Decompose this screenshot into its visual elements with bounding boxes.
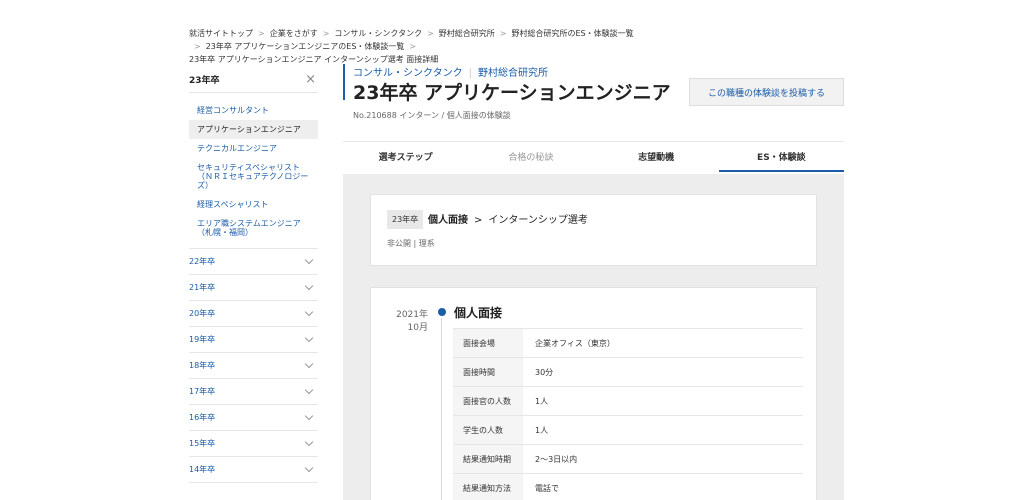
breadcrumb-current: 23年卒 アプリケーションエンジニア インターンシップ選考 面接詳細 <box>189 55 439 64</box>
chevron-down-icon <box>304 333 314 342</box>
sidebar-year-item[interactable]: 21年卒 <box>189 275 318 301</box>
tab-bar: 選考ステップ 合格の秘訣 志望動機 ES・体験談 <box>343 141 844 172</box>
sidebar-year-item[interactable]: 22年卒 <box>189 249 318 275</box>
sidebar-year-item[interactable]: 14年卒 <box>189 457 318 483</box>
breadcrumb-separator: > <box>194 42 201 51</box>
chevron-down-icon <box>304 359 314 368</box>
timeline-dot-icon <box>438 308 446 316</box>
interview-info-table: 面接会場 企業オフィス（東京） 面接時間 30分 面接官の人数 1人 学生の人数 1人 … <box>453 328 803 500</box>
interview-type: 個人面接 <box>428 215 468 226</box>
table-key: 面接官の人数 <box>453 386 523 416</box>
sidebar: 23年卒 × 経営コンサルタント アプリケーションエンジニア テクニカルエンジニ… <box>189 66 318 483</box>
step-card: 2021年 10月 個人面接 面接会場 企業オフィス（東京） 面接時間 30分 面接… <box>370 287 817 500</box>
summary-meta: 非公開 | 理系 <box>387 239 435 248</box>
chevron-right-icon: > <box>474 215 483 226</box>
step-title: 個人面接 <box>454 306 503 320</box>
sidebar-job-item[interactable]: エリア職システムエンジニア（札幌・福岡） <box>189 214 318 242</box>
sidebar-year-label: 22年卒 <box>189 257 216 266</box>
sidebar-year-item[interactable]: 16年卒 <box>189 405 318 431</box>
table-row: 学生の人数 1人 <box>453 415 803 445</box>
timeline-line <box>441 318 442 500</box>
tab-motivation[interactable]: 志望動機 <box>594 142 719 172</box>
close-icon[interactable]: × <box>305 72 316 87</box>
sidebar-year-label: 21年卒 <box>189 283 216 292</box>
page-title: 23年卒 アプリケーションエンジニア <box>353 82 671 104</box>
table-key: 面接時間 <box>453 357 523 387</box>
sidebar-year-label: 17年卒 <box>189 387 216 396</box>
breadcrumb-separator: > <box>258 29 265 38</box>
chevron-down-icon <box>304 463 314 472</box>
chevron-down-icon <box>304 411 314 420</box>
sidebar-year-item[interactable]: 17年卒 <box>189 379 318 405</box>
header-accent-bar <box>343 64 345 100</box>
sidebar-job-item[interactable]: セキュリティスペシャリスト（ＮＲＩセキュアテクノロジーズ） <box>189 158 318 195</box>
page-meta: No.210688 インターン / 個人面接の体験談 <box>353 111 511 120</box>
table-key: 結果通知時期 <box>453 444 523 474</box>
table-row: 面接時間 30分 <box>453 357 803 387</box>
selection-type: インターンシップ選考 <box>488 215 588 226</box>
breadcrumb-link[interactable]: 野村総合研究所のES・体験談一覧 <box>512 29 634 38</box>
sidebar-job-item[interactable]: テクニカルエンジニア <box>189 139 318 158</box>
table-value: 1人 <box>535 425 549 435</box>
sidebar-job-item-active[interactable]: アプリケーションエンジニア <box>189 120 318 139</box>
chevron-down-icon <box>304 307 314 316</box>
sidebar-year-label: 14年卒 <box>189 465 216 474</box>
table-value: 1人 <box>535 396 549 406</box>
step-month: 10月 <box>407 323 428 333</box>
sidebar-job-item[interactable]: 経理スペシャリスト <box>189 195 318 214</box>
table-value: 30分 <box>535 367 554 377</box>
tab-es-experience[interactable]: ES・体験談 <box>718 142 844 172</box>
sidebar-current-year: 23年卒 <box>189 75 220 86</box>
breadcrumb-separator: > <box>409 42 417 51</box>
table-value: 電話で <box>535 483 559 493</box>
table-row: 面接会場 企業オフィス（東京） <box>453 328 803 358</box>
sidebar-year-label: 19年卒 <box>189 335 216 344</box>
summary-title: 個人面接 > インターンシップ選考 <box>428 211 588 226</box>
sidebar-year-item[interactable]: 15年卒 <box>189 431 318 457</box>
table-row: 面接官の人数 1人 <box>453 386 803 416</box>
post-experience-button[interactable]: この職種の体験談を投稿する <box>689 78 844 106</box>
sidebar-year-item[interactable]: 19年卒 <box>189 327 318 353</box>
chevron-down-icon <box>304 385 314 394</box>
year-tag: 23年卒 <box>387 210 424 229</box>
header-categories: コンサル・シンクタンク | 野村総合研究所 <box>353 64 548 79</box>
sidebar-job-item[interactable]: 経営コンサルタント <box>189 101 318 120</box>
sidebar-year-item[interactable]: 18年卒 <box>189 353 318 379</box>
sidebar-year-label: 16年卒 <box>189 413 216 422</box>
sidebar-year-label: 15年卒 <box>189 439 216 448</box>
sidebar-job-list: 経営コンサルタント アプリケーションエンジニア テクニカルエンジニア セキュリテ… <box>189 93 318 249</box>
sidebar-year-label: 20年卒 <box>189 309 216 318</box>
table-row: 結果通知方法 電話で <box>453 473 803 500</box>
table-value: 2～3日以内 <box>535 454 578 464</box>
table-row: 結果通知時期 2～3日以内 <box>453 444 803 474</box>
table-key: 面接会場 <box>453 328 523 358</box>
sidebar-year-label: 18年卒 <box>189 361 216 370</box>
chevron-down-icon <box>304 437 314 446</box>
breadcrumb-separator: > <box>322 29 330 38</box>
tab-selection-steps[interactable]: 選考ステップ <box>343 142 468 172</box>
table-value: 企業オフィス（東京） <box>535 338 615 348</box>
breadcrumb-link[interactable]: 23年卒 アプリケーションエンジニアのES・体験談一覧 <box>206 42 405 51</box>
step-year: 2021年 <box>396 310 428 320</box>
breadcrumb-separator: > <box>427 29 434 38</box>
breadcrumb-link[interactable]: 就活サイトトップ <box>189 29 253 38</box>
summary-card: 23年卒 個人面接 > インターンシップ選考 非公開 | 理系 <box>370 194 817 266</box>
breadcrumb-link[interactable]: コンサル・シンクタンク <box>334 29 422 38</box>
breadcrumb: 就活サイトトップ > 企業をさがす > コンサル・シンクタンク > 野村総合研究所 > 野村総合… <box>189 27 839 66</box>
chevron-down-icon <box>304 281 314 290</box>
breadcrumb-link[interactable]: 野村総合研究所 <box>439 29 495 38</box>
sidebar-year-item[interactable]: 20年卒 <box>189 301 318 327</box>
sidebar-year-header[interactable]: 23年卒 × <box>189 66 318 93</box>
tab-success-tips[interactable]: 合格の秘訣 <box>468 142 593 172</box>
table-key: 学生の人数 <box>453 415 523 445</box>
content-area: 23年卒 個人面接 > インターンシップ選考 非公開 | 理系 2021年 10月 … <box>343 174 844 500</box>
breadcrumb-separator: > <box>499 29 507 38</box>
breadcrumb-link[interactable]: 企業をさがす <box>270 29 318 38</box>
table-key: 結果通知方法 <box>453 473 523 500</box>
chevron-down-icon <box>304 255 314 264</box>
